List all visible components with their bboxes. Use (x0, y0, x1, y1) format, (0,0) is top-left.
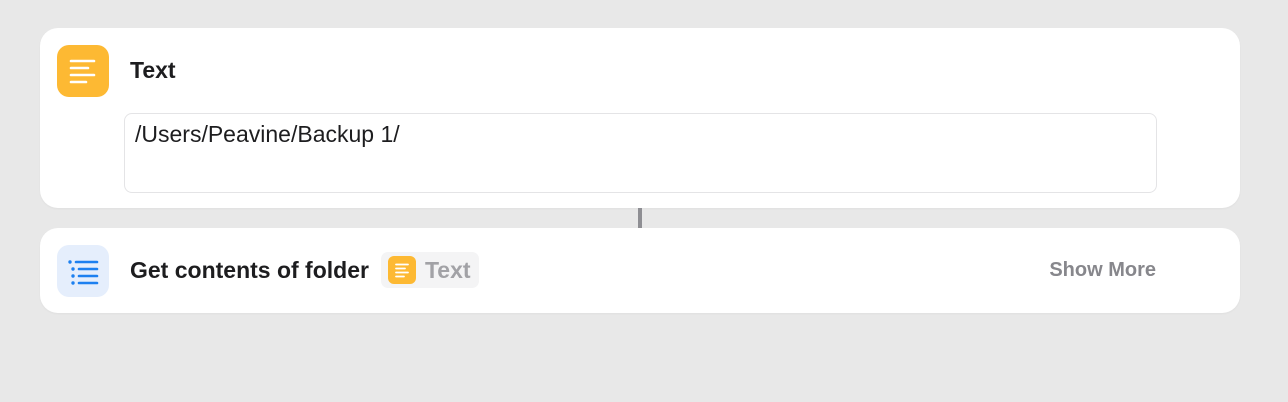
text-action-card[interactable]: Text /Users/Peavine/Backup 1/ (40, 28, 1240, 208)
folder-action-row: Get contents of folder Text (130, 250, 479, 290)
action-title: Text (130, 57, 176, 83)
list-icon (57, 245, 109, 297)
text-variable-token[interactable]: Text (380, 252, 479, 288)
text-lines-icon (387, 256, 416, 284)
text-value-field[interactable]: /Users/Peavine/Backup 1/ (124, 113, 1157, 193)
text-value[interactable]: /Users/Peavine/Backup 1/ (135, 120, 400, 148)
action-title: Get contents of folder (130, 257, 369, 283)
action-connector (638, 208, 642, 228)
get-folder-contents-card[interactable]: Get contents of folder Text Show More (40, 228, 1240, 313)
token-label: Text (424, 257, 471, 283)
text-lines-icon (57, 45, 109, 97)
show-more-button[interactable]: Show More (1049, 257, 1156, 283)
